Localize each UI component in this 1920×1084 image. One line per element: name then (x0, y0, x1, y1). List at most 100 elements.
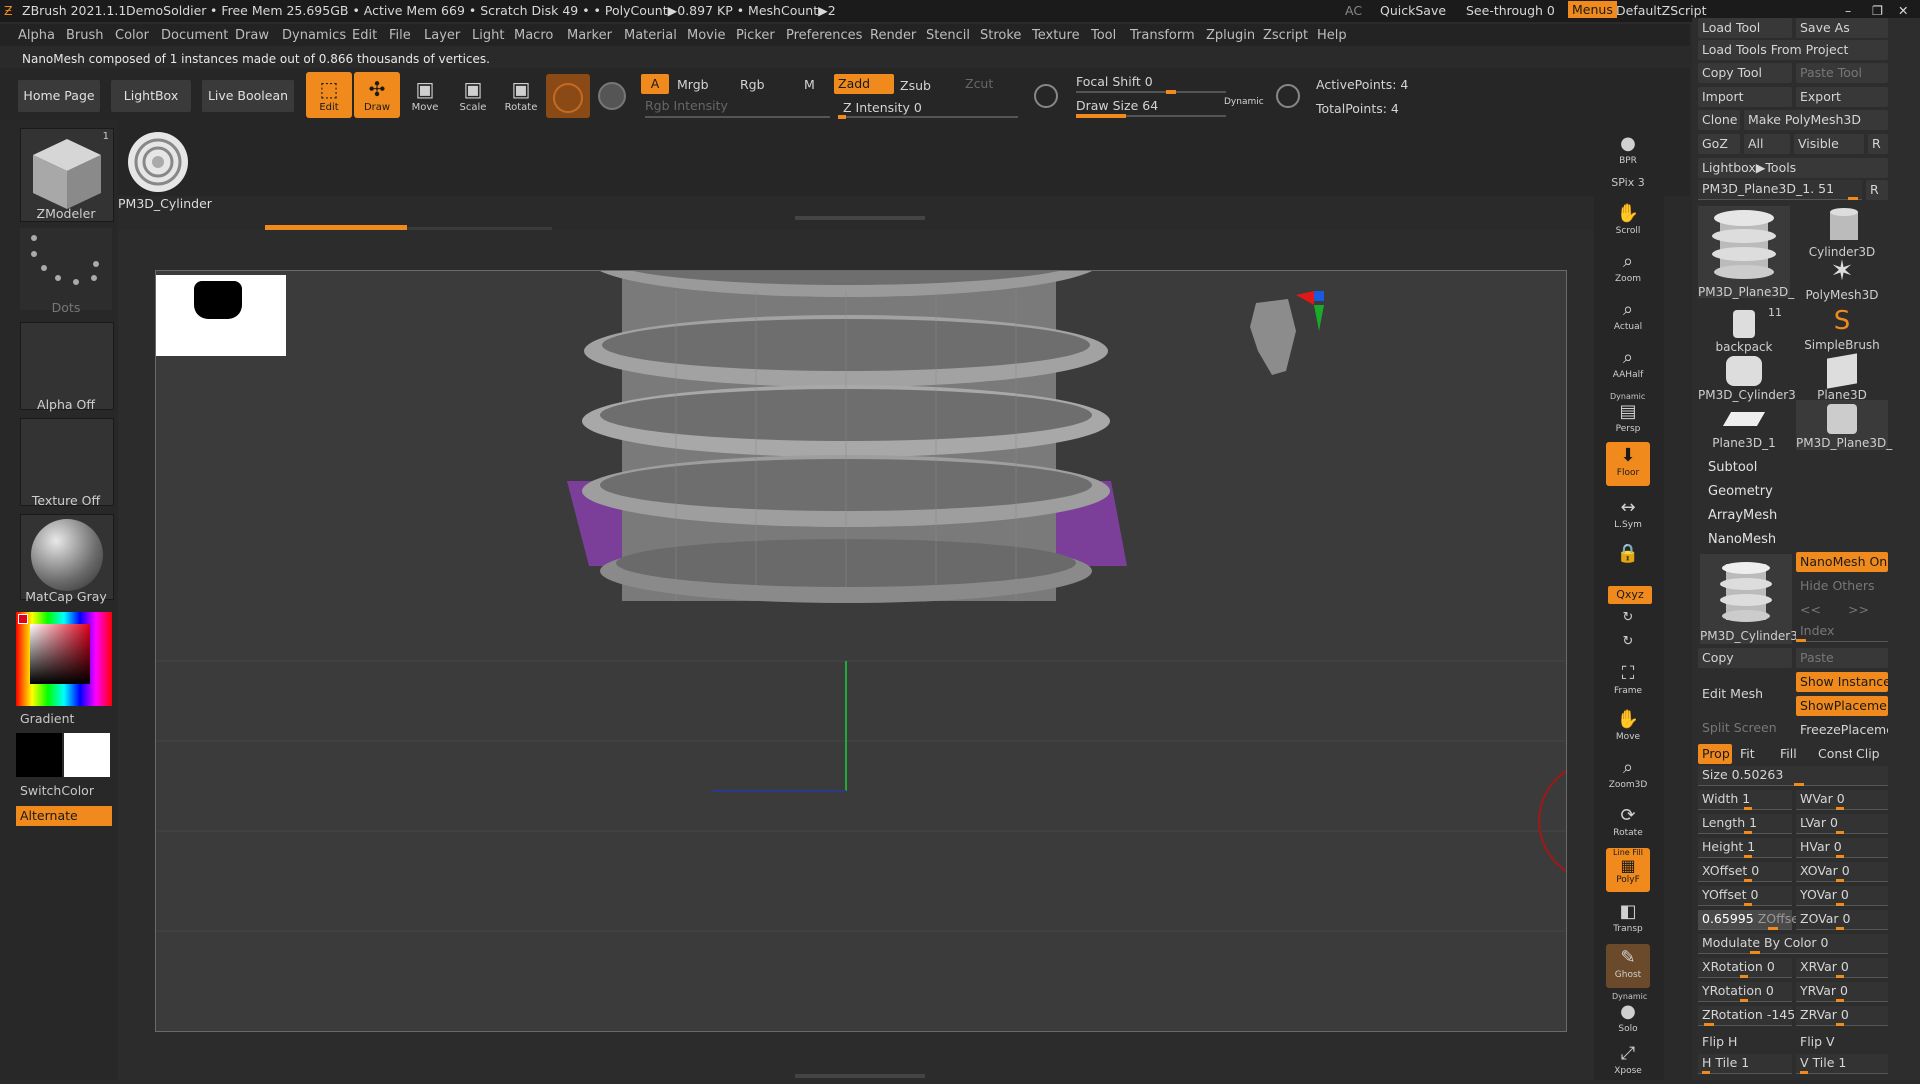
actual-button[interactable]: ⌕ Actual (1606, 296, 1650, 340)
zsub-toggle[interactable]: Zsub (900, 78, 931, 93)
navigation-gizmo-icon[interactable] (1236, 291, 1326, 387)
fit-toggle[interactable]: Fit (1736, 744, 1774, 764)
menu-alpha[interactable]: Alpha (18, 28, 55, 43)
menu-zplugin[interactable]: Zplugin (1206, 28, 1255, 43)
yovar-slider[interactable]: YOVar 0 (1796, 886, 1888, 906)
menu-marker[interactable]: Marker (567, 28, 612, 43)
import-button[interactable]: Import (1698, 87, 1792, 107)
export-button[interactable]: Export (1796, 87, 1888, 107)
nanomesh-thumbnail[interactable]: PM3D_Cylinder3 (1700, 554, 1798, 644)
rgb-intensity-slider[interactable]: Rgb Intensity (645, 98, 728, 113)
lsym-button[interactable]: ↔ L.Sym (1606, 494, 1650, 538)
floor-button[interactable]: ⬇ Floor (1606, 442, 1650, 486)
const-toggle[interactable]: Const (1814, 744, 1854, 764)
scroll-button[interactable]: ✋ Scroll (1606, 200, 1650, 244)
mrgb-toggle[interactable]: Mrgb (677, 77, 709, 92)
menu-macro[interactable]: Macro (514, 28, 553, 43)
dynamic-toggle[interactable]: Dynamic (1224, 97, 1264, 107)
menu-brush[interactable]: Brush (66, 28, 104, 43)
hide-others-button[interactable]: Hide Others (1796, 576, 1888, 596)
menu-color[interactable]: Color (115, 28, 149, 43)
material-thumbnail[interactable] (20, 514, 114, 600)
aahalf-button[interactable]: ⌕ AAHalf (1606, 344, 1650, 388)
color-picker[interactable] (16, 612, 112, 706)
tool-cell-pm3d-cylinder3[interactable]: PM3D_Cylinder3 (1698, 352, 1796, 402)
lock-button[interactable]: 🔒 (1606, 540, 1650, 584)
load-tools-from-project-button[interactable]: Load Tools From Project (1698, 40, 1888, 60)
show-placement-button[interactable]: ShowPlacement (1796, 696, 1888, 716)
xovar-slider[interactable]: XOVar 0 (1796, 862, 1888, 882)
rgb-toggle[interactable]: Rgb (740, 77, 765, 92)
modulate-by-color-slider[interactable]: Modulate By Color 0 (1698, 934, 1888, 954)
zcut-toggle[interactable]: Zcut (965, 76, 993, 91)
minimize-icon[interactable]: – (1845, 3, 1851, 18)
flip-v-toggle[interactable]: Flip V (1796, 1032, 1888, 1052)
live-boolean-button[interactable]: Live Boolean (202, 80, 294, 112)
z-intensity-slider[interactable]: Z Intensity 0 (843, 100, 922, 115)
zrvar-slider[interactable]: ZRVar 0 (1796, 1006, 1888, 1026)
transp-button[interactable]: ◧ Transp (1606, 898, 1650, 942)
yrotation-slider[interactable]: YRotation 0 (1698, 982, 1792, 1002)
spix-slider[interactable]: SPix 3 (1606, 176, 1650, 189)
subtool-section[interactable]: Subtool (1708, 460, 1757, 475)
quicksave-button[interactable]: QuickSave (1380, 3, 1446, 18)
length-slider[interactable]: Length 1 (1698, 814, 1792, 834)
make-polymesh-button[interactable]: Make PolyMesh3D (1744, 110, 1888, 130)
zrotation-slider[interactable]: ZRotation -145 (1698, 1006, 1795, 1026)
prop-toggle[interactable]: Prop (1698, 744, 1732, 764)
frame-button[interactable]: ⛶ Frame (1606, 660, 1650, 704)
reference-image[interactable] (156, 275, 286, 356)
lightbox-tools-button[interactable]: Lightbox▶Tools (1698, 158, 1888, 178)
tool-cell-backpack[interactable]: backpack 11 (1698, 304, 1790, 354)
tool-cell-plane3d[interactable]: PM3D_Plane3D_ (1698, 206, 1794, 299)
yrvar-slider[interactable]: YRVar 0 (1796, 982, 1888, 1002)
menu-layer[interactable]: Layer (424, 28, 460, 43)
wvar-slider[interactable]: WVar 0 (1796, 790, 1888, 810)
flip-h-toggle[interactable]: Flip H (1698, 1032, 1792, 1052)
next-instance-button[interactable]: >> (1844, 600, 1888, 620)
menu-zscript[interactable]: Zscript (1263, 28, 1308, 43)
yoffset-slider[interactable]: YOffset 0 (1698, 886, 1792, 906)
copy-button[interactable]: Copy (1698, 648, 1792, 668)
geometry-section[interactable]: Geometry (1708, 484, 1773, 499)
close-icon[interactable]: ✕ (1898, 3, 1908, 18)
restore-icon[interactable]: ❐ (1872, 3, 1883, 18)
tool-cell-polymesh3d[interactable]: ✶ PolyMesh3D (1796, 254, 1888, 302)
stroke-thumbnail[interactable] (20, 228, 112, 310)
zovar-slider[interactable]: ZOVar 0 (1796, 910, 1888, 930)
goz-all-button[interactable]: All (1744, 134, 1790, 154)
clone-button[interactable]: Clone (1698, 110, 1740, 130)
top-scroll-handle[interactable] (795, 216, 925, 220)
hvar-slider[interactable]: HVar 0 (1796, 838, 1888, 858)
menu-dynamics[interactable]: Dynamics (282, 28, 346, 43)
tool-cell-plane3d-1[interactable]: Plane3D_1 (1698, 400, 1790, 450)
size-slider[interactable]: Size 0.50263 (1698, 766, 1888, 786)
lightbox-button[interactable]: LightBox (111, 80, 191, 112)
menu-file[interactable]: File (389, 28, 411, 43)
m-toggle[interactable]: M (804, 77, 815, 92)
v-tile-slider[interactable]: V Tile 1 (1796, 1054, 1888, 1074)
menu-light[interactable]: Light (472, 28, 504, 43)
move-view-button[interactable]: ✋ Move (1606, 706, 1650, 750)
ghost-button[interactable]: ✎ Ghost (1606, 944, 1650, 988)
index-slider[interactable]: Index (1796, 622, 1888, 642)
save-as-button[interactable]: Save As (1796, 18, 1888, 38)
viewport[interactable] (155, 270, 1567, 1032)
menu-movie[interactable]: Movie (687, 28, 725, 43)
copy-tool-button[interactable]: Copy Tool (1698, 63, 1792, 83)
switch-color-button[interactable]: SwitchColor (20, 783, 94, 798)
solo-button[interactable]: ● Solo (1606, 998, 1650, 1042)
menu-preferences[interactable]: Preferences (786, 28, 862, 43)
nanomesh-section[interactable]: NanoMesh (1708, 532, 1776, 547)
edit-mesh-button[interactable]: Edit Mesh (1698, 684, 1792, 704)
alternate-button[interactable]: Alternate (16, 806, 112, 826)
goz-r-button[interactable]: R (1868, 134, 1888, 154)
bpr-button[interactable]: ● BPR (1606, 130, 1650, 174)
menu-stencil[interactable]: Stencil (926, 28, 970, 43)
xoffset-slider[interactable]: XOffset 0 (1698, 862, 1792, 882)
tool-cell-cylinder3d[interactable]: Cylinder3D (1796, 206, 1888, 259)
zoom-button[interactable]: ⌕ Zoom (1606, 248, 1650, 292)
menu-transform[interactable]: Transform (1130, 28, 1195, 43)
arraymesh-section[interactable]: ArrayMesh (1708, 508, 1777, 523)
rotate-z-button[interactable]: ↻ (1606, 632, 1650, 652)
